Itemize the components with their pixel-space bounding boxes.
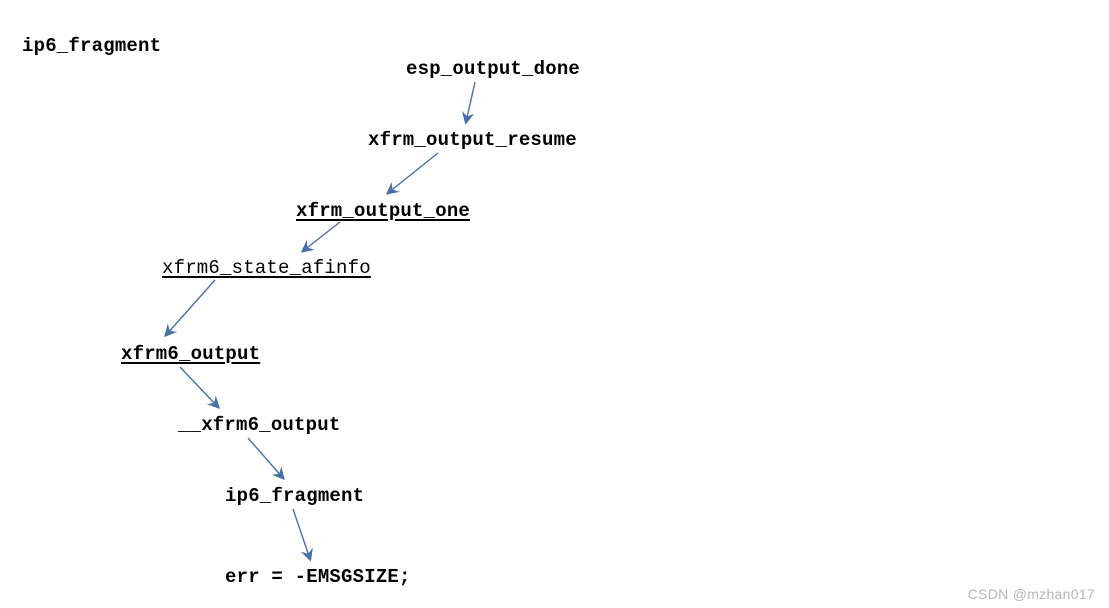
node-ip6-fragment: ip6_fragment	[225, 484, 364, 509]
node-xfrm-output-resume: xfrm_output_resume	[368, 128, 577, 153]
node-xfrm6-state-afinfo: xfrm6_state_afinfo	[162, 256, 371, 281]
node-xfrm6-output: xfrm6_output	[121, 342, 260, 367]
node-dunder-xfrm6-output: __xfrm6_output	[178, 413, 340, 438]
arrows-layer	[0, 0, 1109, 608]
arrow-ip6frag-to-err	[293, 509, 310, 559]
diagram-title: ip6_fragment	[22, 34, 161, 59]
arrow-esp-to-resume	[466, 82, 475, 122]
diagram-canvas: ip6_fragment esp_output_done xfrm_output…	[0, 0, 1109, 608]
arrow-dunder-to-ip6frag	[248, 438, 283, 478]
node-esp-output-done: esp_output_done	[406, 57, 580, 82]
arrow-xfrm6out-to-dunder	[180, 367, 218, 407]
arrow-afinfo-to-xfrm6out	[166, 280, 215, 335]
watermark: CSDN @mzhan017	[968, 586, 1095, 602]
arrow-one-to-afinfo	[303, 222, 340, 251]
node-err-line: err = -EMSGSIZE;	[225, 565, 411, 590]
node-xfrm-output-one: xfrm_output_one	[296, 199, 470, 224]
arrow-resume-to-one	[388, 153, 438, 193]
